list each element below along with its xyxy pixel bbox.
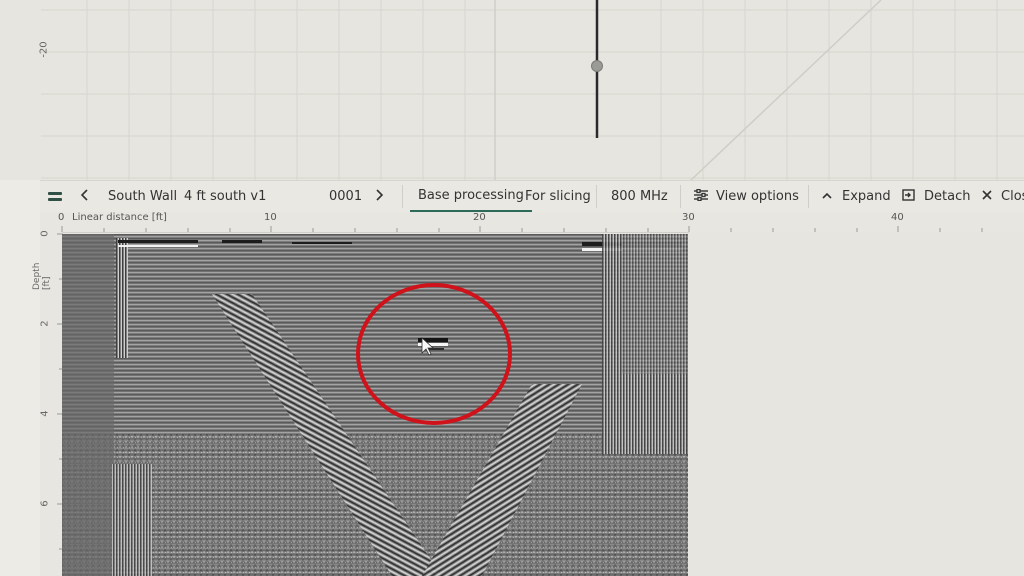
tab-base-processing[interactable]: Base processing xyxy=(410,181,532,212)
view-options-button[interactable]: View options xyxy=(694,181,799,212)
depth-tick-4: 4 xyxy=(39,410,51,417)
chevron-right-icon xyxy=(374,188,384,205)
detach-label: Detach xyxy=(924,189,971,204)
next-scan-button[interactable] xyxy=(374,181,384,212)
sliders-icon xyxy=(694,188,708,205)
top-plot-y-tick: -20 xyxy=(38,41,50,58)
detach-button[interactable]: Detach xyxy=(902,181,970,212)
depth-axis-title: Depth [ft] xyxy=(32,262,52,290)
top-plot-grid xyxy=(41,0,1024,180)
depth-tick-0: 0 xyxy=(39,230,51,237)
view-options-label: View options xyxy=(716,189,799,204)
top-plot-panel: -20 xyxy=(0,0,1024,180)
previous-scan-button[interactable] xyxy=(80,181,90,212)
chevron-up-icon xyxy=(822,189,832,204)
ruler-axis-title: Linear distance [ft] xyxy=(72,212,167,223)
tab-for-slicing[interactable]: For slicing xyxy=(525,181,591,212)
depth-tick-2: 2 xyxy=(39,320,51,327)
expand-button[interactable]: Expand xyxy=(822,181,891,212)
depth-axis: 0 Depth [ft] 2 4 6 xyxy=(32,230,63,576)
ruler-tick-40: 40 xyxy=(891,212,904,223)
hamburger-icon xyxy=(48,191,62,203)
ruler-tick-0: 0 xyxy=(58,212,65,223)
frequency-selector[interactable]: 800 MHz xyxy=(611,181,668,212)
scan-number: 0001 xyxy=(329,189,363,204)
detach-icon xyxy=(902,188,915,205)
radargram-toolbar: South Wall 4 ft south v1 0001 Base proce… xyxy=(40,180,1024,213)
ruler-tick-20: 20 xyxy=(473,212,486,223)
depth-tick-6: 6 xyxy=(39,500,51,507)
close-icon xyxy=(982,189,992,204)
menu-button[interactable] xyxy=(48,181,62,212)
close-button[interactable]: Clos xyxy=(982,181,1024,212)
close-label: Clos xyxy=(1001,189,1024,204)
distance-ruler: 0 Linear distance [ft] 10 20 30 40 xyxy=(40,212,1024,233)
radargram-image[interactable] xyxy=(62,234,688,576)
ruler-tick-10: 10 xyxy=(264,212,277,223)
slider-handle[interactable] xyxy=(591,60,603,72)
scan-name[interactable]: 4 ft south v1 xyxy=(184,181,266,212)
ruler-tick-30: 30 xyxy=(682,212,695,223)
site-name: South Wall xyxy=(108,189,178,204)
expand-label: Expand xyxy=(842,189,891,204)
empty-canvas-area xyxy=(689,232,1024,576)
chevron-left-icon xyxy=(80,188,90,205)
